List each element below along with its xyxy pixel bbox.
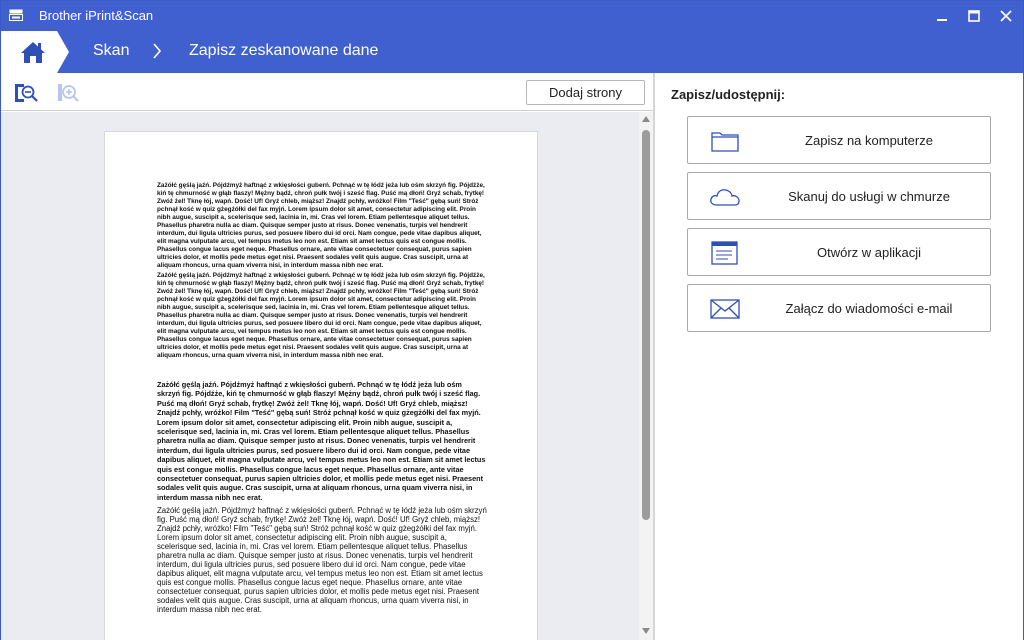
preview-toolbar: Dodaj strony [1, 73, 653, 111]
zoom-out-icon[interactable] [13, 81, 39, 105]
home-button[interactable] [1, 31, 69, 73]
scanned-page: Zażółć gęślą jaźń. Pójdźmyż haftnąć z wk… [104, 131, 538, 640]
panel-title: Zapisz/udostępnij: [671, 87, 786, 102]
close-button[interactable] [991, 1, 1021, 31]
scanned-paragraph-4: Zażółć gęślą jaźń. Pójdźmyż haftnąć z wk… [157, 506, 487, 614]
home-icon [1, 31, 69, 73]
attach-to-email-button[interactable]: Załącz do wiadomości e-mail [687, 284, 991, 332]
scanner-app-icon [9, 9, 23, 21]
window-title: Brother iPrint&Scan [39, 8, 154, 23]
scan-to-cloud-button[interactable]: Skanuj do usługi w chmurze [687, 172, 991, 220]
navigation-bar: Skan Zapisz zeskanowane dane [1, 31, 1023, 73]
breadcrumb-save-scanned: Zapisz zeskanowane dane [189, 42, 379, 59]
scanned-paragraph-2: Zażółć gęślą jaźń. Pójdźmyż haftnąć z wk… [157, 272, 485, 360]
scroll-down-icon[interactable] [642, 628, 650, 634]
scan-to-cloud-label: Skanuj do usługi w chmurze [788, 189, 950, 204]
zoom-in-icon[interactable] [55, 81, 81, 105]
scanned-paragraph-1: Zażółć gęślą jaźń. Pójdźmyż haftnąć z wk… [157, 182, 485, 270]
cloud-icon [710, 189, 740, 206]
envelope-icon [710, 299, 740, 319]
preview-scrollbar[interactable] [639, 112, 653, 640]
scroll-up-icon[interactable] [642, 116, 650, 122]
minimize-button[interactable] [927, 1, 957, 31]
open-in-app-label: Otwórz w aplikacji [816, 245, 922, 260]
chevron-right-icon [153, 43, 162, 59]
maximize-button[interactable] [959, 1, 989, 31]
scanned-paragraph-3: Zażółć gęślą jaźń. Pójdźmyż haftnąć z wk… [157, 380, 486, 502]
attach-to-email-label: Załącz do wiadomości e-mail [785, 301, 953, 316]
scan-preview-area: Zażółć gęślą jaźń. Pójdźmyż haftnąć z wk… [1, 112, 653, 640]
maximize-icon [968, 10, 980, 22]
open-in-app-button[interactable]: Otwórz w aplikacji [687, 228, 991, 276]
title-bar: Brother iPrint&Scan [1, 1, 1023, 31]
app-window-icon [711, 241, 738, 265]
add-pages-button[interactable]: Dodaj strony [526, 80, 645, 105]
folder-icon [711, 132, 739, 152]
close-icon [1000, 10, 1012, 22]
scroll-thumb[interactable] [642, 130, 650, 520]
breadcrumb-scan[interactable]: Skan [93, 42, 129, 60]
app-window: Brother iPrint&Scan Skan Zapisz zeskanow… [0, 0, 1024, 640]
save-share-panel: Zapisz/udostępnij: Zapisz na komputerze … [655, 73, 1023, 640]
save-to-computer-button[interactable]: Zapisz na komputerze [687, 116, 991, 164]
save-to-computer-label: Zapisz na komputerze [805, 133, 933, 148]
minimize-icon [937, 19, 947, 21]
